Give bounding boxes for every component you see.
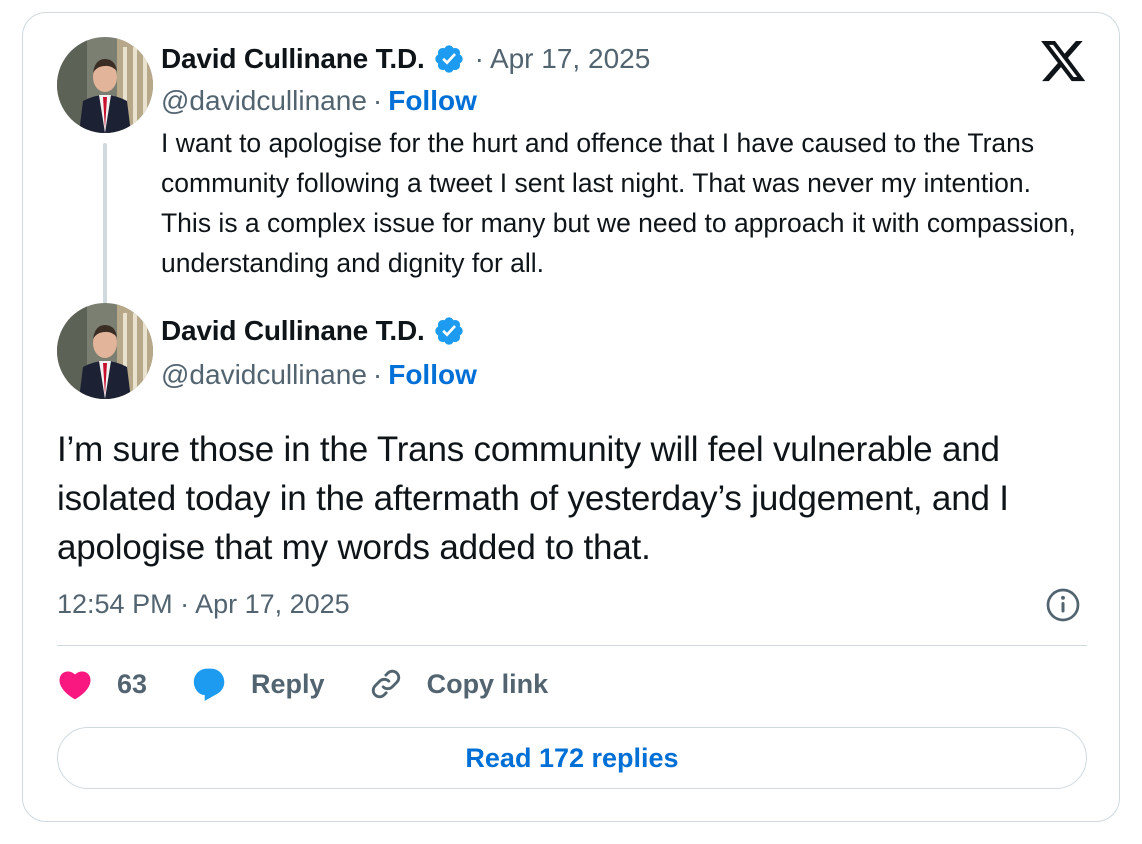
copy-link-button[interactable]: Copy link <box>369 667 549 701</box>
reply-label: Reply <box>251 668 325 699</box>
tweet-actions-bar: 63 Reply Copy link <box>57 667 592 701</box>
main-author-avatar[interactable] <box>57 303 153 399</box>
like-button[interactable]: 63 <box>57 668 147 700</box>
x-logo-icon[interactable] <box>1041 41 1087 88</box>
heart-icon <box>57 668 93 700</box>
quoted-handle-row: @davidcullinane · Follow <box>161 85 477 117</box>
handle-separator: · <box>372 359 383 390</box>
actions-divider <box>57 645 1087 646</box>
main-author-handle[interactable]: @davidcullinane <box>161 359 367 390</box>
speech-bubble-icon <box>191 667 227 701</box>
header-separator: · <box>474 43 484 74</box>
main-tweet-header: David Cullinane T.D. <box>161 315 465 347</box>
read-replies-button[interactable]: Read 172 replies <box>57 727 1087 789</box>
link-icon <box>369 667 403 701</box>
quoted-tweet-header: David Cullinane T.D. · Apr 17, 2025 <box>161 43 650 75</box>
copy-link-label: Copy link <box>426 668 549 699</box>
quoted-author-name[interactable]: David Cullinane T.D. <box>161 43 425 75</box>
verified-badge-icon <box>433 315 465 347</box>
main-follow-button[interactable]: Follow <box>388 359 477 390</box>
tweet-embed-card: David Cullinane T.D. · Apr 17, 2025 @dav… <box>22 12 1120 822</box>
like-count: 63 <box>117 668 148 699</box>
quoted-tweet-date[interactable]: Apr 17, 2025 <box>490 43 650 75</box>
main-tweet-text: I’m sure those in the Trans community wi… <box>57 430 1009 567</box>
quoted-author-handle[interactable]: @davidcullinane <box>161 85 367 116</box>
quoted-tweet-text: I want to apologise for the hurt and off… <box>161 128 1076 278</box>
thread-connector-line <box>103 143 107 307</box>
quoted-follow-button[interactable]: Follow <box>388 85 477 116</box>
handle-separator: · <box>372 85 383 116</box>
info-icon[interactable] <box>1045 587 1081 628</box>
tweet-timestamp[interactable]: 12:54 PM · Apr 17, 2025 <box>57 589 350 620</box>
reply-button[interactable]: Reply <box>191 667 325 701</box>
main-author-name[interactable]: David Cullinane T.D. <box>161 315 425 347</box>
verified-badge-icon <box>433 43 465 75</box>
main-handle-row: @davidcullinane · Follow <box>161 359 477 391</box>
quoted-author-avatar[interactable] <box>57 37 153 133</box>
